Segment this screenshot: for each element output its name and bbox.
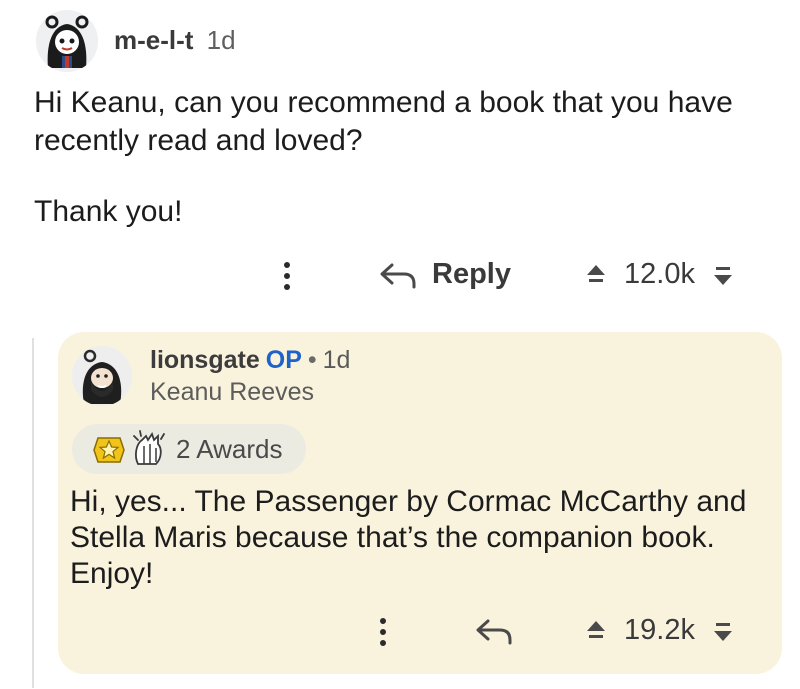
user-flair: Keanu Reeves (150, 378, 315, 406)
op-badge: OP (265, 346, 302, 374)
comment-actions: Reply 12.0k (0, 258, 800, 298)
avatar[interactable] (72, 346, 132, 406)
reply-button[interactable]: Reply (378, 258, 511, 291)
reply-line: Hi, yes... The Passenger by Cormac McCar… (70, 485, 747, 518)
reply-actions: 19.2k (0, 614, 800, 654)
separator-dot: • (307, 346, 317, 374)
more-options-icon[interactable] (283, 262, 291, 290)
score: 19.2k (624, 614, 695, 646)
reply-line: Stella Maris because that’s the companio… (70, 521, 715, 554)
reply-arrow-icon (476, 619, 512, 645)
reply-button[interactable] (474, 616, 514, 646)
score: 12.0k (624, 258, 695, 290)
gold-award-icon (93, 437, 125, 463)
bearded-man-avatar-icon (72, 346, 132, 406)
vote-controls: 19.2k (584, 614, 735, 647)
reply-label: Reply (432, 258, 511, 290)
username[interactable]: m-e-l-t (114, 25, 193, 55)
anime-character-avatar-icon (36, 10, 98, 72)
reply-body: Hi, yes... The Passenger by Cormac McCar… (70, 484, 770, 592)
reply-line: Enjoy! (70, 557, 154, 590)
upvote-icon[interactable] (584, 262, 608, 288)
upvote-icon[interactable] (584, 618, 608, 644)
clapping-hands-award-icon (133, 430, 165, 465)
comment-line: recently read and loved? (34, 124, 363, 157)
awards-pill[interactable]: 2 Awards (72, 424, 306, 474)
reply-author-row: lionsgate OP • 1d (150, 345, 350, 375)
comment-line: Hi Keanu, can you recommend a book that … (34, 86, 733, 119)
comment-line: Thank you! (34, 195, 183, 228)
username[interactable]: lionsgate (150, 346, 260, 374)
avatar[interactable] (36, 10, 98, 72)
downvote-icon[interactable] (711, 262, 735, 288)
comment-author-row: m-e-l-t 1d (114, 24, 236, 56)
awards-count: 2 Awards (176, 433, 283, 464)
comment-body: Hi Keanu, can you recommend a book that … (34, 84, 764, 160)
downvote-icon[interactable] (711, 618, 735, 644)
comment-age: 1d (206, 25, 236, 55)
reply-arrow-icon (380, 263, 416, 288)
vote-controls: 12.0k (584, 258, 735, 291)
more-options-icon[interactable] (379, 618, 387, 646)
comment-age: 1d (322, 346, 351, 374)
